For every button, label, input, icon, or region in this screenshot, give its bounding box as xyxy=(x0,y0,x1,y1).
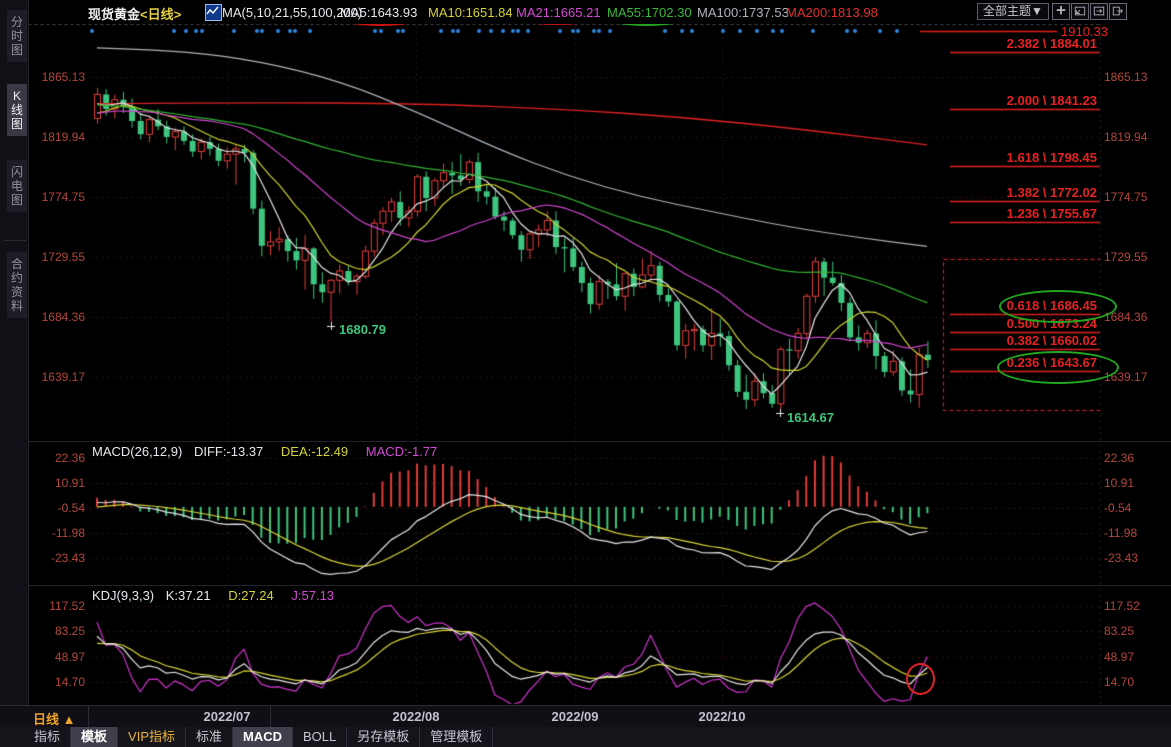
kdj-header: KDJ(9,3,3) K:37.21 D:27.24 J:57.13 xyxy=(92,588,334,603)
macd-diff-value: DIFF:-13.37 xyxy=(194,444,263,459)
ma-legend-item: MA5:1643.93 xyxy=(340,5,417,20)
move-icon[interactable] xyxy=(1052,3,1070,20)
toolbar-item-7[interactable]: 另存模板 xyxy=(347,727,420,747)
pane-layout-icon[interactable] xyxy=(1071,3,1089,20)
theme-dropdown-button[interactable]: 全部主题▼ xyxy=(977,3,1049,20)
axis-label: 83.25 xyxy=(26,624,85,638)
axis-label: 1865.13 xyxy=(1104,70,1168,84)
axis-label: 1684.36 xyxy=(1104,310,1168,324)
kdj-j-value: J:57.13 xyxy=(291,588,334,603)
fib-level-label: 1.236 \ 1755.67 xyxy=(950,206,1097,221)
annotation-ellipse xyxy=(999,290,1117,323)
axis-label: 1819.94 xyxy=(26,130,85,144)
kdj-title: KDJ(9,3,3) xyxy=(92,588,154,603)
axis-label: -11.98 xyxy=(26,526,85,540)
fib-level-label: 1.618 \ 1798.45 xyxy=(950,150,1097,165)
toolbar-item-3[interactable]: VIP指标 xyxy=(118,727,186,747)
axis-label: -11.98 xyxy=(1104,526,1168,540)
annotation-ellipse xyxy=(997,351,1119,384)
date-cell-border xyxy=(88,706,89,728)
date-tick-label: 2022/09 xyxy=(552,709,599,724)
toolbar-item-8[interactable]: 管理模板 xyxy=(420,727,493,747)
ma-legend-item: MA100:1737.53 xyxy=(697,5,789,20)
fib-level-label: 0.382 \ 1660.02 xyxy=(950,333,1097,348)
toolbar-item-4[interactable]: 标准 xyxy=(186,727,233,747)
date-tick-label: 2022/07 xyxy=(204,709,251,724)
macd-title: MACD(26,12,9) xyxy=(92,444,182,459)
axis-label: 1729.55 xyxy=(1104,250,1168,264)
symbol-title: 现货黄金<日线> xyxy=(88,4,181,23)
axis-label: 14.70 xyxy=(26,675,85,689)
annotation-ellipse xyxy=(906,663,935,695)
ma-legend-item: MA10:1651.84 xyxy=(428,5,513,20)
axis-label: 14.70 xyxy=(1104,675,1168,689)
axis-label: 1865.13 xyxy=(26,70,85,84)
fib-level-label: 2.382 \ 1884.01 xyxy=(950,36,1097,51)
panel-separator xyxy=(0,585,1171,586)
fib-level-label: 2.000 \ 1841.23 xyxy=(950,93,1097,108)
toolbar-item-6[interactable]: BOLL xyxy=(293,727,347,747)
axis-label: 10.91 xyxy=(1104,476,1168,490)
toolbar-item-2[interactable]: 模板 xyxy=(71,727,118,747)
pane-bottom-icon[interactable] xyxy=(1090,3,1108,20)
period-tag: <日线> xyxy=(140,7,181,22)
axis-label: 1729.55 xyxy=(26,250,85,264)
macd-header: MACD(26,12,9) DIFF:-13.37 DEA:-12.49 MAC… xyxy=(92,444,437,459)
macd-macd-value: MACD:-1.77 xyxy=(366,444,438,459)
axis-label: -0.54 xyxy=(26,501,85,515)
axis-label: 48.97 xyxy=(26,650,85,664)
chart-canvas[interactable] xyxy=(0,0,1171,747)
topbar: 现货黄金<日线> 全部主题▼ MA(5,10,21,55,100,200)MA5… xyxy=(0,0,1171,24)
date-tick-label: 2022/10 xyxy=(699,709,746,724)
kdj-k-value: K:37.21 xyxy=(166,588,211,603)
price-low-label: 1680.79 xyxy=(339,322,386,337)
kdj-d-value: D:27.24 xyxy=(228,588,274,603)
axis-label: 1639.17 xyxy=(26,370,85,384)
date-tick-label: 2022/08 xyxy=(393,709,440,724)
macd-dea-value: DEA:-12.49 xyxy=(281,444,348,459)
date-axis-row: 日线 ▲ 2022/07 2022/08 2022/09 2022/10 xyxy=(0,705,1171,729)
kline-type-icon[interactable] xyxy=(205,4,222,21)
axis-label: 1819.94 xyxy=(1104,130,1168,144)
sidebar-tab-4[interactable]: 合 约 资 料 xyxy=(7,252,27,318)
sidebar-tab-2[interactable]: K 线 图 xyxy=(7,84,27,136)
axis-label: 83.25 xyxy=(1104,624,1168,638)
axis-label: 1774.75 xyxy=(26,190,85,204)
axis-label: 10.91 xyxy=(26,476,85,490)
pane-export-icon[interactable] xyxy=(1109,3,1127,20)
axis-label: 117.52 xyxy=(1104,599,1168,613)
axis-label: 1774.75 xyxy=(1104,190,1168,204)
toolbar-item-5[interactable]: MACD xyxy=(233,727,293,747)
date-cell-border xyxy=(270,706,271,728)
axis-label: 48.97 xyxy=(1104,650,1168,664)
panel-separator xyxy=(0,441,1171,442)
axis-label: 1684.36 xyxy=(26,310,85,324)
ma-legend-item: MA21:1665.21 xyxy=(516,5,601,20)
axis-label: -23.43 xyxy=(1104,551,1168,565)
axis-label: 22.36 xyxy=(26,451,85,465)
sidebar-tab-3[interactable]: 闪 电 图 xyxy=(7,160,27,212)
sidebar-tab-1[interactable]: 分 时 图 xyxy=(7,10,27,62)
trading-app-window: 现货黄金<日线> 全部主题▼ MA(5,10,21,55,100,200)MA5… xyxy=(0,0,1171,747)
fib-level-label: 1.382 \ 1772.02 xyxy=(950,185,1097,200)
period-selector[interactable]: 日线 ▲ xyxy=(33,709,75,728)
ma-legend-item: MA200:1813.98 xyxy=(786,5,878,20)
axis-label: -23.43 xyxy=(26,551,85,565)
ma-legend-item: MA55:1702.30 xyxy=(607,5,692,20)
price-low-label: 1614.67 xyxy=(787,410,834,425)
sidebar-divider xyxy=(4,240,26,241)
bottom-toolbar: 指标模板VIP指标标准MACDBOLL另存模板管理模板 xyxy=(0,727,1171,747)
axis-label: 22.36 xyxy=(1104,451,1168,465)
sidebar: 分 时 图 K 线 图闪 电 图合 约 资 料 xyxy=(0,0,29,705)
toolbar-item-1[interactable]: 指标 xyxy=(24,727,71,747)
axis-label: 117.52 xyxy=(26,599,85,613)
symbol-name: 现货黄金 xyxy=(88,7,140,22)
axis-label: -0.54 xyxy=(1104,501,1168,515)
